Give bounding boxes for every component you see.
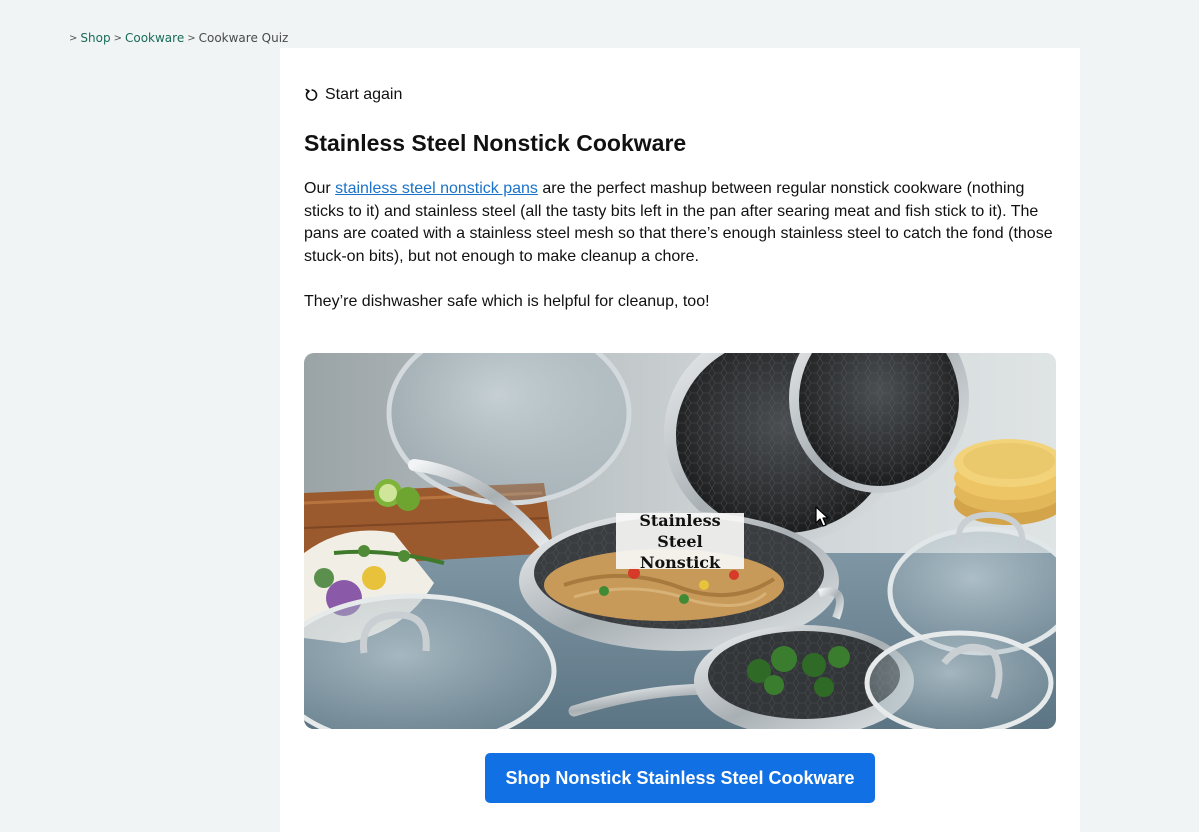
stainless-nonstick-pans-link[interactable]: stainless steel nonstick pans <box>335 180 538 197</box>
restart-icon <box>304 88 318 102</box>
breadcrumb-current: Cookware Quiz <box>198 31 289 45</box>
mouse-cursor-icon <box>815 506 829 533</box>
image-caption-line2: Nonstick <box>639 552 721 572</box>
image-caption-line1: Stainless Steel <box>639 510 721 551</box>
breadcrumb-link-cookware[interactable]: Cookware <box>125 31 184 45</box>
dishwasher-note: They’re dishwasher safe which is helpful… <box>304 293 710 310</box>
breadcrumb-separator: > <box>187 32 196 44</box>
shop-nonstick-cookware-button[interactable]: Shop Nonstick Stainless Steel Cookware <box>485 753 875 803</box>
description-text: Our <box>304 180 336 197</box>
image-caption: Stainless Steel Nonstick <box>616 510 744 572</box>
quiz-result-card: Start again Stainless Steel Nonstick Coo… <box>280 48 1080 832</box>
cookware-product-image: Stainless Steel Nonstick <box>304 353 1056 729</box>
product-description: Our stainless steel nonstick pans are th… <box>304 178 1059 268</box>
product-title: Stainless Steel Nonstick Cookware <box>304 130 687 156</box>
breadcrumb-separator: > <box>113 32 122 44</box>
breadcrumb-separator: > <box>69 32 78 44</box>
breadcrumb-link-shop[interactable]: Shop <box>80 31 110 45</box>
breadcrumb: > Shop > Cookware > Cookware Quiz <box>69 31 288 45</box>
start-again-button[interactable]: Start again <box>304 86 402 104</box>
start-again-label: Start again <box>325 86 403 103</box>
